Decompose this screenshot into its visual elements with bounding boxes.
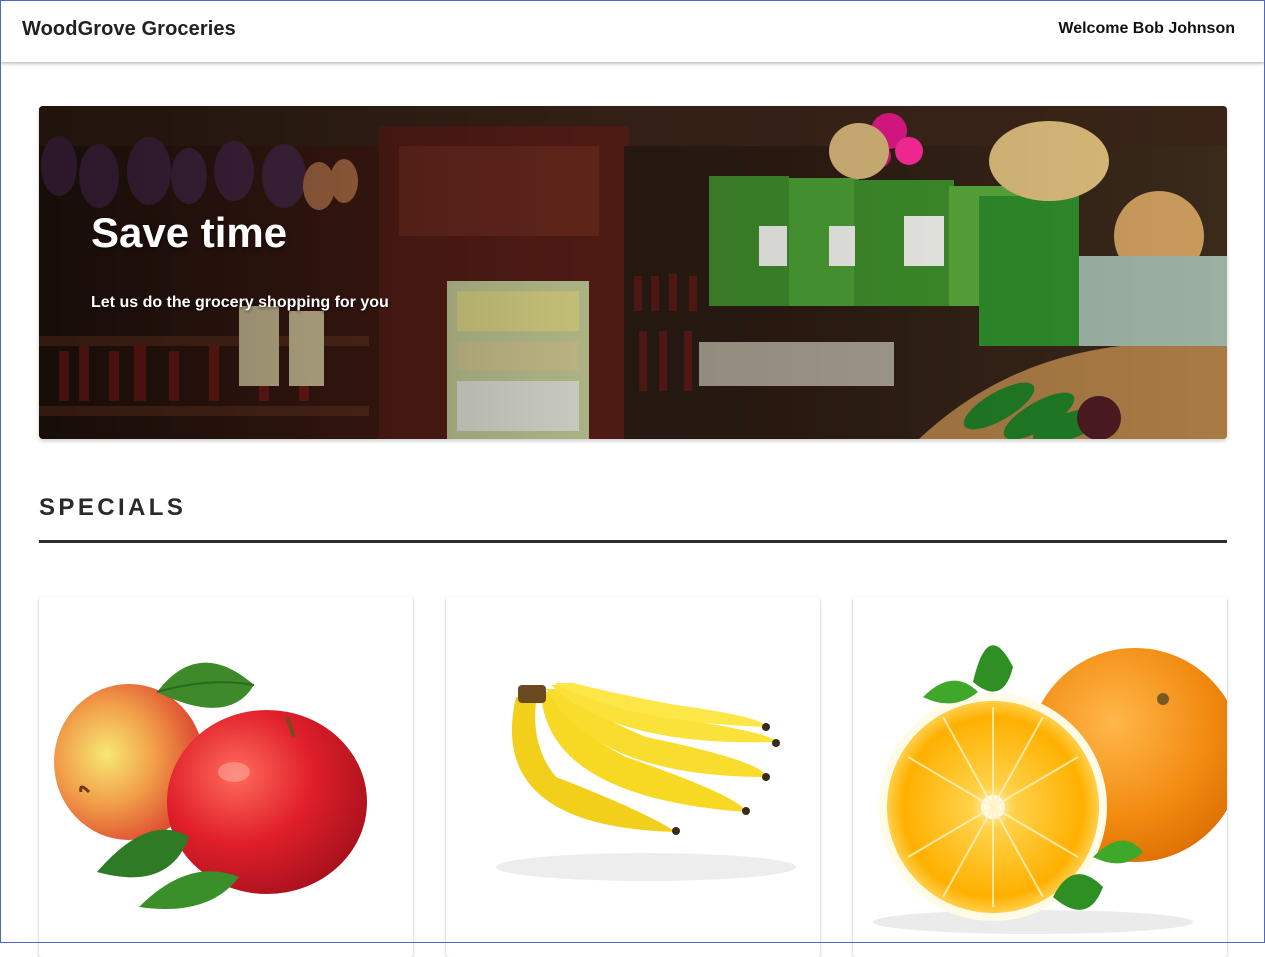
special-card-apples[interactable]: [39, 597, 413, 957]
specials-divider: [39, 540, 1227, 543]
special-card-oranges[interactable]: [853, 597, 1227, 957]
specials-heading: SPECIALS: [39, 494, 187, 521]
hero-subtitle: Let us do the grocery shopping for you: [91, 294, 389, 311]
hero-title: Save time: [91, 209, 288, 256]
special-card-bananas[interactable]: [446, 597, 820, 957]
hero-banner: Save time Let us do the grocery shopping…: [39, 106, 1227, 439]
grocery-store-image: [39, 106, 1227, 439]
bananas-image: [496, 683, 796, 881]
oranges-image: [873, 645, 1227, 934]
apples-image: [54, 662, 367, 909]
app-bar: WoodGrove Groceries Welcome Bob Johnson: [0, 0, 1265, 62]
welcome-message: Welcome Bob Johnson: [1058, 20, 1235, 37]
brand-link[interactable]: WoodGrove Groceries: [22, 18, 236, 41]
